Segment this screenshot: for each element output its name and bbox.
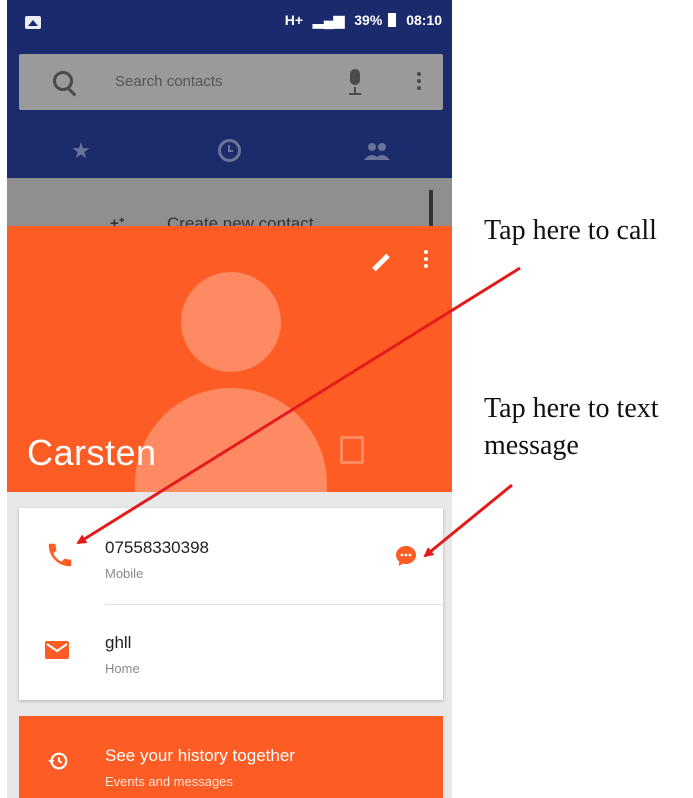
arrow-to-call — [76, 266, 521, 545]
arrow-to-message — [423, 483, 513, 558]
annotation-arrows — [76, 266, 521, 558]
